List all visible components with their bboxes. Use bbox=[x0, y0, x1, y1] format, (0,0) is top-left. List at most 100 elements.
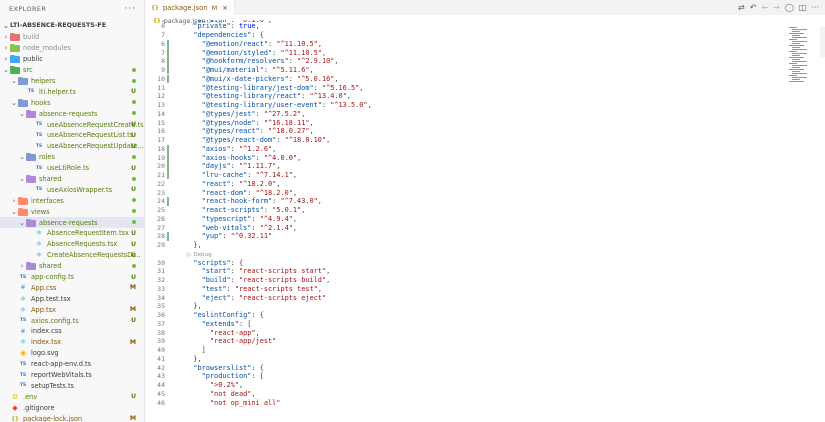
minimap-line bbox=[789, 81, 804, 83]
git-status-badge: U bbox=[130, 88, 136, 96]
git-status-dot bbox=[132, 67, 136, 74]
code-token: "@mui/x-date-pickers" bbox=[201, 74, 289, 83]
tree-file[interactable]: ◉ logo.svg bbox=[0, 348, 144, 359]
minimap-line bbox=[792, 73, 807, 75]
tree-file[interactable]: TS reportWebVitals.ts bbox=[0, 370, 144, 381]
line-number: 39 bbox=[157, 337, 165, 346]
tree-folder[interactable]: › interfaces bbox=[0, 195, 144, 206]
code-token: "@types/react" bbox=[201, 127, 260, 136]
code-token: "eslintConfig" bbox=[193, 311, 252, 320]
tree-file[interactable]: TS useAxiosWrapper.ts U bbox=[0, 184, 144, 195]
env-file-icon: ⚙ bbox=[11, 392, 19, 401]
minimap-line bbox=[792, 55, 800, 57]
tree-file[interactable]: TS useLtiRole.ts U bbox=[0, 163, 144, 174]
more-actions-icon[interactable]: ··· bbox=[124, 4, 136, 14]
tree-file[interactable]: TS app-config.ts U bbox=[0, 272, 144, 283]
tree-file[interactable]: # index.css bbox=[0, 326, 144, 337]
tree-file[interactable]: TS useAbsenceRequestCreate.ts U bbox=[0, 119, 144, 130]
git-status-dot bbox=[132, 176, 136, 183]
code-token: , bbox=[359, 83, 364, 92]
tree-folder[interactable]: › public bbox=[0, 54, 144, 65]
more-actions-icon[interactable]: ··· bbox=[811, 3, 819, 12]
line-number: 23 bbox=[157, 188, 165, 197]
tree-folder[interactable]: › build bbox=[0, 32, 144, 43]
tree-item-label: index.tsx bbox=[31, 338, 62, 347]
minimap-line bbox=[792, 29, 807, 31]
tree-file[interactable]: TS useAbsenceRequestUpdate.ts U bbox=[0, 141, 144, 152]
tree-file[interactable]: TS axios.config.ts U bbox=[0, 315, 144, 326]
tree-item-label: useAbsenceRequestCreate.ts bbox=[47, 120, 144, 129]
git-status-badge: U bbox=[130, 131, 136, 139]
line-number: 35 bbox=[157, 302, 165, 311]
tree-file[interactable]: ⚛ index.tsx M bbox=[0, 337, 144, 348]
tree-file[interactable]: ⚙ .env U bbox=[0, 391, 144, 402]
code-token: : bbox=[247, 171, 256, 180]
line-number: 37 bbox=[157, 319, 165, 328]
code-line: 24 "react-hook-form": "^7.43.0", bbox=[145, 197, 785, 206]
added-line-marker bbox=[167, 232, 169, 241]
file-tree: › build › node_modules › public ⌄ src ⌄ helpers TS… bbox=[0, 32, 144, 422]
close-icon[interactable]: × bbox=[222, 4, 228, 12]
code-token: "dayjs" bbox=[201, 162, 231, 171]
tree-folder[interactable]: ⌄ absence-requests bbox=[0, 108, 144, 119]
code-token: : bbox=[251, 223, 260, 232]
tree-file[interactable]: TS lti.helper.ts U bbox=[0, 86, 144, 97]
minimap-line bbox=[789, 75, 797, 77]
tree-file[interactable]: ⚛ AbsenceRequestItem.tsx U bbox=[0, 228, 144, 239]
tree-folder[interactable]: ⌄ absence-requests bbox=[0, 217, 144, 229]
code-line: 22 "react": "^18.2.0", bbox=[145, 180, 785, 189]
line-number: 42 bbox=[157, 363, 165, 372]
tree-file[interactable]: ⚛ CreateAbsenceRequestsDial... U bbox=[0, 250, 144, 261]
code-line: 17 "@types/react-dom": "^18.0.10", bbox=[145, 136, 785, 145]
project-root[interactable]: ⌄ LTI-ABSENCE-REQUESTS-FE bbox=[0, 20, 144, 31]
tree-folder[interactable]: ⌄ src bbox=[0, 65, 144, 76]
previous-change-icon[interactable]: ← bbox=[761, 3, 768, 12]
tree-file[interactable]: {} package-lock.json M bbox=[0, 413, 144, 422]
minimap-line bbox=[792, 37, 807, 39]
tree-folder[interactable]: ⌄ helpers bbox=[0, 76, 144, 87]
minimap[interactable] bbox=[787, 27, 825, 422]
tree-folder[interactable]: ⌄ shared bbox=[0, 174, 144, 185]
tree-folder[interactable]: › shared bbox=[0, 261, 144, 272]
code-token: ] bbox=[185, 346, 206, 355]
git-file-icon: ◆ bbox=[12, 403, 18, 412]
tree-file[interactable]: ⚛ AbsenceRequests.tsx U bbox=[0, 239, 144, 250]
tree-file[interactable]: ⚛ App.tsx M bbox=[0, 304, 144, 315]
tree-file[interactable]: ⚛ App.test.tsx bbox=[0, 293, 144, 304]
code-token: "react-scripts" bbox=[201, 206, 264, 215]
tree-file[interactable]: TS react-app-env.d.ts bbox=[0, 359, 144, 370]
tree-folder[interactable]: ⌄ hooks bbox=[0, 97, 144, 108]
toggle-blame-icon[interactable]: ◯ bbox=[785, 3, 794, 12]
tree-folder[interactable]: ⌄ views bbox=[0, 206, 144, 217]
code-token: , bbox=[309, 66, 314, 75]
line-number: 46 bbox=[157, 398, 165, 407]
code-token: "@testing-library/jest-dom" bbox=[201, 83, 314, 92]
code-text: "dependencies": { bbox=[185, 31, 264, 39]
next-change-icon[interactable]: → bbox=[773, 3, 780, 12]
chevron-down-icon: ⌄ bbox=[19, 109, 25, 118]
tree-folder[interactable]: ⌄ roles bbox=[0, 152, 144, 163]
tree-file[interactable]: # App.css M bbox=[0, 282, 144, 293]
code-token: "5.0.1" bbox=[272, 206, 302, 215]
code-token: "react-hook-form" bbox=[201, 197, 273, 206]
code-line: 28 "yup": "^0.32.11" bbox=[145, 232, 785, 241]
code-text: "typescript": "^4.9.4", bbox=[185, 215, 297, 223]
open-changes-icon[interactable]: ⇄ bbox=[738, 3, 745, 12]
code-line: 7 "@emotion/styled": "^11.10.5", bbox=[145, 48, 785, 57]
tree-file[interactable]: ◆ .gitignore bbox=[0, 402, 144, 413]
codelens-debug[interactable]: ▷ Debug bbox=[187, 251, 212, 259]
tree-folder[interactable]: › node_modules bbox=[0, 43, 144, 54]
tree-file[interactable]: TS setupTests.ts bbox=[0, 381, 144, 392]
split-editor-icon[interactable]: ◫ bbox=[799, 3, 807, 12]
code-text: "lru-cache": "^7.14.1", bbox=[185, 171, 297, 179]
revert-icon[interactable]: ↶ bbox=[750, 3, 757, 12]
tree-file[interactable]: TS useAbsenceRequestList.ts U bbox=[0, 130, 144, 141]
gutter bbox=[167, 31, 171, 40]
tab-package-json[interactable]: {} package.json M × bbox=[145, 0, 235, 15]
scrollbar[interactable] bbox=[820, 27, 825, 57]
tree-item-label: build bbox=[23, 33, 40, 42]
code-token: , bbox=[346, 92, 351, 101]
